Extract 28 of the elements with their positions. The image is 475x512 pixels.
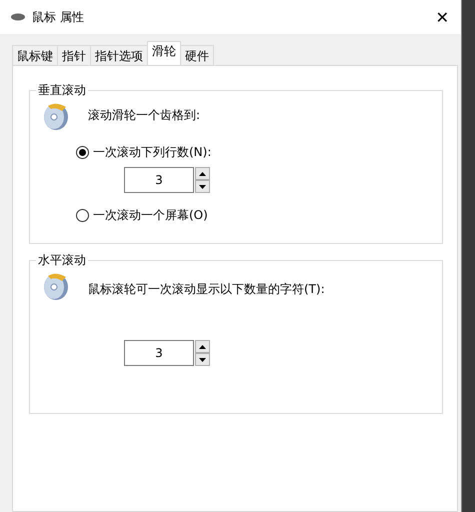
spin-down-button[interactable]: [195, 353, 210, 366]
spin-up-button[interactable]: [195, 340, 210, 353]
radio-label: 一次滚动下列行数(N):: [93, 144, 212, 161]
mouse-wheel-icon: [42, 101, 70, 131]
group-title: 垂直滚动: [36, 82, 88, 99]
radio-label: 一次滚动一个屏幕(O): [93, 207, 208, 224]
up-arrow-icon: [199, 172, 206, 176]
instruction-text: 滚动滑轮一个齿格到:: [88, 107, 200, 124]
number-field[interactable]: 3: [124, 167, 194, 193]
tab[interactable]: 鼠标键: [12, 45, 58, 65]
radio-button[interactable]: [76, 146, 89, 159]
number-field[interactable]: 3: [124, 340, 194, 366]
mouse-wheel-icon: [42, 271, 70, 301]
mouse-icon: [10, 13, 26, 21]
window-title: 鼠标 属性: [32, 8, 85, 26]
down-arrow-icon: [199, 358, 206, 362]
tab[interactable]: 硬件: [180, 45, 214, 65]
tab[interactable]: 滑轮: [147, 41, 181, 65]
spin-down-button[interactable]: [195, 180, 210, 193]
down-arrow-icon: [199, 184, 206, 188]
up-arrow-icon: [199, 344, 206, 348]
group-title: 水平滚动: [36, 252, 88, 269]
instruction-text: 鼠标滚轮可一次滚动显示以下数量的字符(T):: [88, 281, 325, 298]
tab[interactable]: 指针: [57, 45, 91, 65]
close-button[interactable]: ✕: [432, 8, 453, 26]
tab[interactable]: 指针选项: [90, 45, 148, 65]
spin-up-button[interactable]: [195, 167, 210, 180]
radio-button[interactable]: [76, 209, 89, 222]
